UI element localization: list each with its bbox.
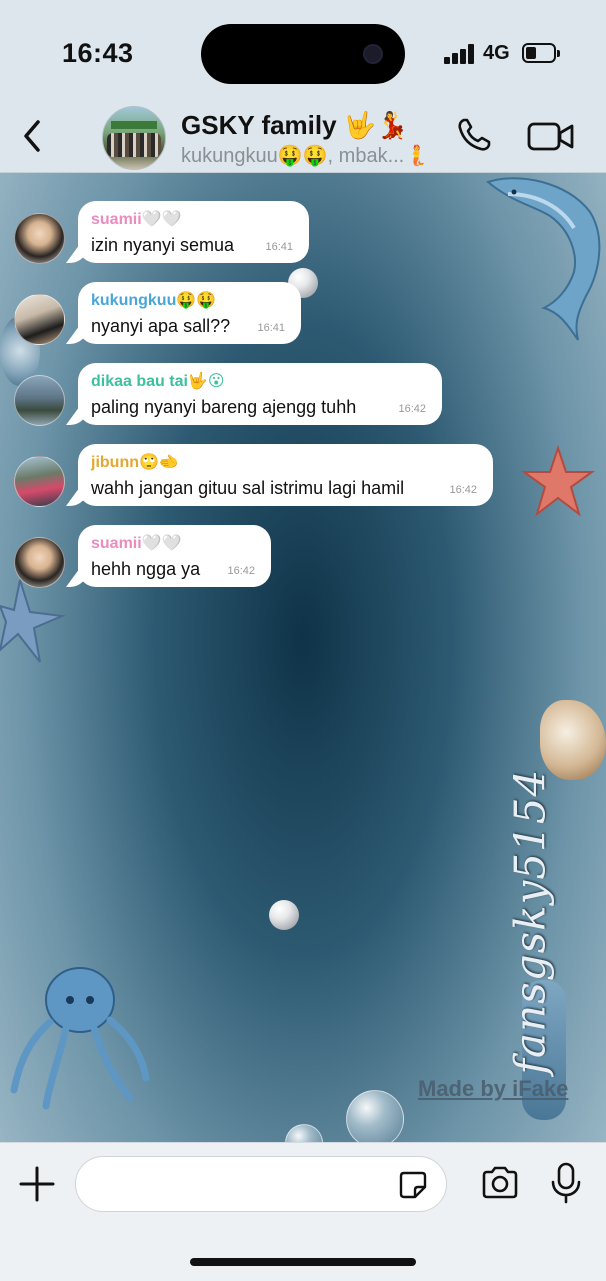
starfish-sticker-blue	[0, 579, 66, 663]
battery-level	[526, 47, 536, 59]
avatar[interactable]	[14, 294, 65, 345]
status-time: 16:43	[62, 38, 134, 68]
message-field[interactable]	[75, 1156, 447, 1212]
message-time: 16:41	[257, 322, 285, 334]
message-sender: suamii🤍🤍	[91, 535, 182, 552]
ifake-watermark: Made by iFake	[418, 1076, 569, 1101]
avatar[interactable]	[14, 375, 65, 426]
message-input[interactable]	[94, 1167, 398, 1203]
message-text: wahh jangan gituu sal istrimu lagi hamil	[91, 478, 405, 498]
front-camera-icon	[363, 44, 383, 64]
chevron-left-icon[interactable]	[14, 116, 54, 156]
home-indicator[interactable]	[190, 1258, 416, 1266]
message-bubble[interactable]: jibunn🙄🫲 wahh jangan gituu sal istrimu l…	[78, 444, 493, 506]
chat-header: 16:43 4G GSKY family 🤟💃 kukungkuu🤑🤑, mba…	[0, 0, 606, 173]
message-sender: suamii🤍🤍	[91, 211, 182, 228]
battery-icon	[522, 43, 560, 63]
message-sender: dikaa bau tai🤟😮	[91, 373, 225, 390]
message-time: 16:42	[398, 403, 426, 415]
starfish-sticker	[520, 444, 596, 517]
dolphin-sticker	[485, 177, 601, 341]
message-text: paling nyanyi bareng ajengg tuhh	[91, 397, 357, 417]
microphone-icon[interactable]	[548, 1161, 584, 1205]
avatar[interactable]	[14, 213, 65, 264]
message-time: 16:42	[449, 484, 477, 496]
dynamic-island	[201, 24, 405, 84]
message-bubble[interactable]: suamii🤍🤍 izin nyanyi semua 16:41	[78, 201, 309, 263]
video-camera-icon[interactable]	[526, 116, 576, 156]
plus-icon[interactable]	[16, 1163, 58, 1205]
octopus-sticker	[10, 967, 150, 1110]
message-text: izin nyanyi semua	[91, 235, 235, 255]
message-bubble[interactable]: kukungkuu🤑🤑 nyanyi apa sall?? 16:41	[78, 282, 301, 344]
avatar[interactable]	[14, 537, 65, 588]
chat-members[interactable]: kukungkuu🤑🤑, mbak...🧜	[181, 143, 429, 168]
message-sender: kukungkuu🤑🤑	[91, 292, 217, 309]
bubble-orb	[346, 1090, 404, 1148]
message-time: 16:41	[265, 241, 293, 253]
signal-icon	[444, 44, 476, 64]
sticker-icon[interactable]	[398, 1170, 428, 1200]
message-bubble[interactable]: suamii🤍🤍 hehh ngga ya 16:42	[78, 525, 271, 587]
pearl-icon	[269, 900, 299, 930]
chat-title[interactable]: GSKY family 🤟💃	[181, 110, 409, 141]
phone-icon[interactable]	[454, 115, 494, 155]
group-avatar[interactable]	[102, 106, 166, 170]
camera-icon[interactable]	[480, 1163, 520, 1203]
signature-watermark: fansgsky5154	[505, 768, 555, 1075]
message-time: 16:42	[227, 565, 255, 577]
network-type: 4G	[483, 42, 510, 64]
message-sender: jibunn🙄🫲	[91, 454, 179, 471]
message-bubble[interactable]: dikaa bau tai🤟😮 paling nyanyi bareng aje…	[78, 363, 442, 425]
avatar[interactable]	[14, 456, 65, 507]
